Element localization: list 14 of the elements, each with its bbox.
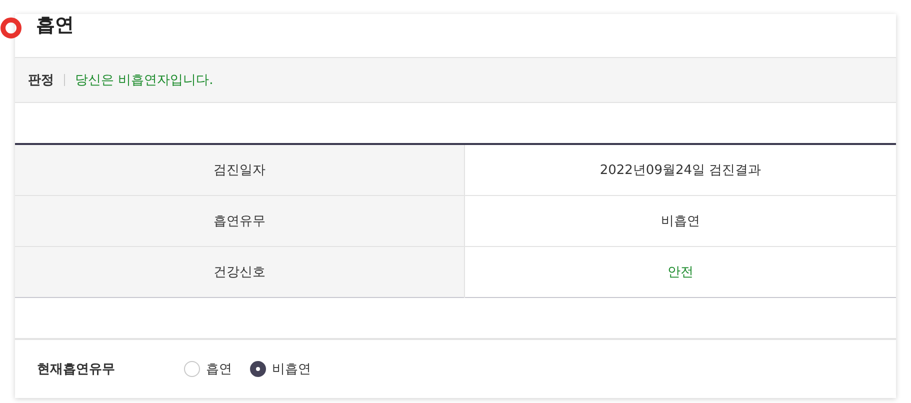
- table-cell: 2022년09월24일 검진결과: [464, 144, 896, 196]
- section-title: 흡연: [36, 14, 74, 36]
- verdict-label: 판정: [28, 72, 54, 89]
- table-cell: 흡연유무: [15, 196, 464, 246]
- question-label: 현재흡연유무: [37, 361, 116, 378]
- table-cell: 검진일자: [15, 144, 464, 196]
- table-cell: 안전: [464, 246, 896, 298]
- verdict-message: 당신은 비흡연자입니다.: [75, 72, 214, 89]
- radio-label[interactable]: 비흡연: [272, 360, 311, 378]
- radio-label[interactable]: 흡연: [206, 360, 232, 378]
- ring-icon: [0, 17, 22, 39]
- radio-button[interactable]: [250, 361, 266, 377]
- table-cell: 건강신호: [15, 246, 464, 298]
- table-cell: 비흡연: [464, 196, 896, 246]
